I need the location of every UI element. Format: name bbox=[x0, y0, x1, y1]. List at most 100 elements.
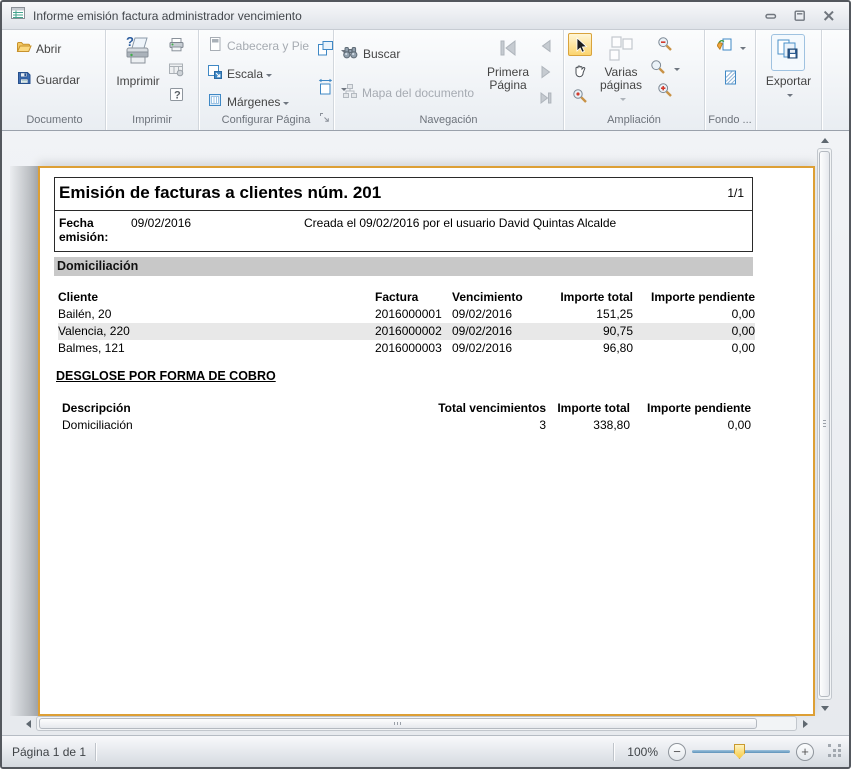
print-options-button[interactable]: ? bbox=[166, 84, 187, 105]
fecha-emision-label: Fecha emisión: bbox=[59, 216, 131, 244]
svg-text:?: ? bbox=[174, 90, 181, 102]
restore-button[interactable] bbox=[793, 9, 806, 22]
group-label-fondo: Fondo ... bbox=[705, 113, 755, 130]
header-footer-icon bbox=[207, 36, 223, 55]
ribbon-toolbar: Abrir Guardar Documento ? Imprimir ? bbox=[2, 30, 849, 131]
ribbon-group-navegacion: Buscar Mapa del documento Primera Página bbox=[333, 30, 563, 130]
summary-table-header: Descripción Total vencimientos Importe t… bbox=[58, 400, 751, 417]
watermark-button[interactable] bbox=[720, 67, 741, 88]
resize-grip[interactable] bbox=[828, 744, 843, 759]
page-shadow bbox=[10, 166, 38, 716]
vertical-scrollbar[interactable] bbox=[816, 133, 833, 715]
pointer-tool-button[interactable] bbox=[568, 33, 592, 56]
ribbon-filler bbox=[821, 30, 849, 130]
first-page-button: Primera Página bbox=[480, 32, 536, 113]
printer-question-icon: ? bbox=[121, 34, 155, 71]
first-page-icon bbox=[496, 36, 520, 63]
paper-size-icon bbox=[317, 78, 334, 98]
statusbar-separator bbox=[613, 743, 614, 761]
page-setup-icon-button bbox=[166, 59, 187, 80]
statusbar-separator bbox=[95, 743, 96, 761]
zoom-tool-button[interactable] bbox=[568, 85, 592, 108]
scale-icon bbox=[207, 64, 223, 83]
table-row: Balmes, 121 2016000003 09/02/2016 96,80 … bbox=[58, 340, 755, 357]
hand-tool-button[interactable] bbox=[568, 59, 592, 82]
group-label-configurar: Configurar Página bbox=[199, 113, 333, 130]
quick-print-button[interactable] bbox=[166, 34, 187, 55]
multiple-pages-icon bbox=[606, 35, 636, 66]
group-label-navegacion: Navegación bbox=[334, 113, 563, 130]
search-button[interactable]: Buscar bbox=[338, 42, 480, 66]
margins-icon bbox=[207, 92, 223, 111]
previous-page-button bbox=[536, 36, 556, 56]
ribbon-group-fondo: Fondo ... bbox=[704, 30, 755, 130]
minimize-button[interactable] bbox=[764, 9, 777, 22]
open-button[interactable]: Abrir bbox=[12, 37, 101, 60]
table-row: Valencia, 220 2016000002 09/02/2016 90,7… bbox=[58, 323, 755, 340]
ribbon-group-documento: Abrir Guardar Documento bbox=[4, 30, 105, 130]
section-domiciliacion: Domiciliación bbox=[54, 257, 753, 276]
zoom-in-button[interactable] bbox=[650, 80, 680, 101]
fecha-emision-value: 09/02/2016 bbox=[131, 216, 304, 244]
header-footer-button: Cabecera y Pie bbox=[203, 34, 313, 57]
export-button[interactable]: Exportar bbox=[762, 32, 815, 113]
window-title: Informe emisión factura administrador ve… bbox=[33, 9, 764, 23]
margins-button[interactable]: Márgenes bbox=[203, 90, 313, 113]
page-info: Página 1 de 1 bbox=[12, 745, 86, 759]
zoom-decrease-button[interactable]: − bbox=[668, 743, 686, 761]
save-button[interactable]: Guardar bbox=[12, 68, 101, 91]
scroll-left-arrow[interactable] bbox=[22, 720, 34, 728]
binoculars-icon bbox=[342, 44, 359, 64]
vertical-scroll-thumb[interactable] bbox=[819, 151, 830, 697]
table-row: Bailén, 20 2016000001 09/02/2016 151,25 … bbox=[58, 306, 755, 323]
zoom-increase-button[interactable]: + bbox=[796, 743, 814, 761]
section-desglose: DESGLOSE POR FORMA DE COBRO bbox=[56, 369, 276, 383]
orientation-icon bbox=[317, 40, 334, 60]
zoom-out-button[interactable] bbox=[650, 34, 680, 55]
report-title: Emisión de facturas a clientes núm. 201 bbox=[59, 183, 727, 203]
scale-button[interactable]: Escala bbox=[203, 62, 313, 85]
table-row: Domiciliación 3 338,80 0,00 bbox=[58, 417, 751, 434]
group-label-imprimir: Imprimir bbox=[106, 113, 198, 130]
report-page-indicator: 1/1 bbox=[727, 186, 744, 200]
app-window: Informe emisión factura administrador ve… bbox=[0, 0, 851, 769]
svg-text:?: ? bbox=[126, 34, 134, 49]
open-folder-icon bbox=[16, 39, 32, 58]
preview-area: Emisión de facturas a clientes núm. 201 … bbox=[2, 131, 849, 735]
scroll-right-arrow[interactable] bbox=[799, 720, 811, 728]
invoices-table-header: Cliente Factura Vencimiento Importe tota… bbox=[58, 289, 755, 306]
print-button[interactable]: ? Imprimir bbox=[110, 32, 166, 113]
zoom-slider[interactable] bbox=[692, 750, 790, 753]
summary-table: Descripción Total vencimientos Importe t… bbox=[58, 400, 751, 434]
status-bar: Página 1 de 1 100% − + bbox=[2, 735, 849, 767]
document-map-icon bbox=[342, 83, 358, 102]
report-created-text: Creada el 09/02/2016 por el usuario Davi… bbox=[304, 216, 616, 244]
watermark-color-button[interactable] bbox=[713, 36, 748, 57]
group-label-documento: Documento bbox=[4, 113, 105, 130]
next-page-button bbox=[536, 62, 556, 82]
dialog-launcher-icon[interactable] bbox=[319, 110, 330, 128]
horizontal-scroll-track[interactable] bbox=[36, 716, 797, 731]
group-label-ampliacion: Ampliación bbox=[564, 113, 704, 130]
scroll-up-arrow[interactable] bbox=[816, 133, 833, 147]
horizontal-scroll-thumb[interactable] bbox=[39, 718, 757, 729]
scroll-down-arrow[interactable] bbox=[816, 701, 833, 715]
ribbon-group-imprimir: ? Imprimir ? Imprimir bbox=[105, 30, 198, 130]
report-header-box: Emisión de facturas a clientes núm. 201 … bbox=[54, 177, 753, 252]
ribbon-group-ampliacion: Varias páginas Ampliación bbox=[563, 30, 704, 130]
zoom-slider-thumb[interactable] bbox=[734, 744, 745, 759]
last-page-button bbox=[536, 88, 556, 108]
zoom-percent: 100% bbox=[627, 745, 658, 759]
floppy-disk-icon bbox=[16, 70, 32, 89]
paint-bucket-page-icon bbox=[715, 36, 733, 57]
close-button[interactable] bbox=[822, 9, 835, 22]
ribbon-group-exportar: Exportar bbox=[755, 30, 821, 130]
invoices-table: Cliente Factura Vencimiento Importe tota… bbox=[58, 289, 755, 357]
horizontal-scrollbar[interactable] bbox=[22, 715, 811, 732]
zoom-level-button[interactable] bbox=[650, 59, 680, 76]
ribbon-group-configurar: Cabecera y Pie Escala Márgenes bbox=[198, 30, 333, 130]
vertical-scroll-track[interactable] bbox=[817, 148, 832, 700]
app-icon bbox=[10, 5, 26, 26]
title-bar: Informe emisión factura administrador ve… bbox=[2, 2, 849, 30]
multiple-pages-button: Varias páginas bbox=[592, 32, 650, 113]
